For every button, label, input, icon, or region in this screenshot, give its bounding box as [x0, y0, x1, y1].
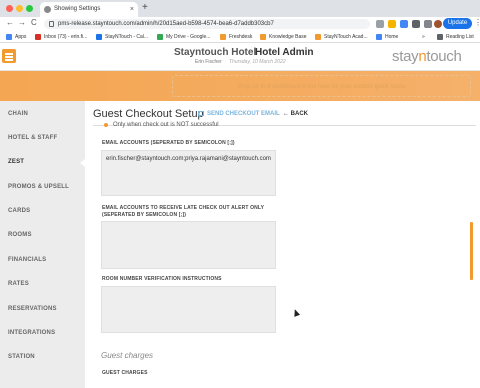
sidebar-item-chain[interactable]: CHAIN [8, 111, 28, 117]
reading-list-icon [437, 34, 443, 40]
app-header: Stayntouch Hotel Hotel Admin Erin Fische… [0, 43, 480, 71]
reading-list[interactable]: Reading List [437, 33, 474, 41]
bookmark-knowledge-base[interactable]: Knowledge Base [260, 33, 307, 41]
browser-menu-icon[interactable]: ⋮ [474, 18, 480, 27]
guest-charges-section-title: Guest charges [101, 351, 154, 360]
tab-favicon-icon [44, 6, 51, 13]
bookmark-calendar[interactable]: StayNTouch - Cal... [96, 33, 148, 41]
hamburger-menu-icon[interactable] [2, 49, 16, 63]
address-toolbar: ← → C pms-release.stayntouch.com/admin/h… [0, 17, 480, 31]
stayntouch-logo[interactable]: stayntouch [392, 48, 462, 65]
folder-icon [220, 34, 226, 40]
bookmarks-overflow[interactable]: » [422, 33, 425, 41]
calendar-icon [96, 34, 102, 40]
late-checkout-textarea[interactable] [101, 221, 276, 269]
bookmark-academy[interactable]: StayNTouch Acad... [315, 33, 368, 41]
bookmark-freshdesk[interactable]: Freshdesk [220, 33, 252, 41]
new-tab-button[interactable]: + [142, 2, 148, 13]
sidebar-item-rates[interactable]: RATES [8, 281, 29, 287]
room-verification-textarea[interactable] [101, 286, 276, 333]
folder-icon [376, 34, 382, 40]
user-name: Erin Fischer [195, 59, 222, 65]
close-window-icon[interactable] [6, 5, 13, 12]
quick-menu-dropzone[interactable]: Drop up to 8 dashboard icons here for yo… [172, 75, 471, 97]
back-nav-icon[interactable]: ← [6, 18, 14, 27]
address-bar[interactable]: pms-release.stayntouch.com/admin/h/20d15… [44, 19, 370, 29]
browser-tab[interactable]: Showing Settings × [40, 2, 138, 17]
main-content: Guest Checkout Setup SEND CHECKOUT EMAIL… [85, 101, 480, 388]
minimize-window-icon[interactable] [16, 5, 23, 12]
bookmark-home[interactable]: Home [376, 33, 398, 41]
back-button[interactable]: ← BACK [283, 111, 308, 117]
sidebar-item-reservations[interactable]: RESERVATIONS [8, 306, 57, 312]
guest-charges-label: GUEST CHARGES [102, 370, 148, 376]
profile-avatar-icon[interactable] [434, 20, 442, 28]
reload-icon[interactable]: C [31, 18, 37, 27]
business-date: Thursday, 10 March 2022 [229, 59, 286, 65]
gmail-icon [35, 34, 41, 40]
email-accounts-label: EMAIL ACCOUNTS (SEPERATED BY SEMICOLON [… [102, 140, 235, 146]
share-icon[interactable] [376, 20, 384, 28]
room-verification-label: ROOM NUMBER VERIFICATION INSTRUCTIONS [102, 276, 222, 282]
admin-sidebar: CHAIN HOTEL & STAFF ZEST PROMOS & UPSELL… [0, 101, 85, 388]
star-icon[interactable] [388, 20, 396, 28]
browser-tab-bar: Showing Settings × + [0, 0, 480, 17]
forward-nav-icon[interactable]: → [18, 18, 26, 27]
scrollbar-thumb[interactable] [470, 222, 473, 280]
sidebar-item-promos-upsell[interactable]: PROMOS & UPSELL [8, 184, 69, 190]
url-text: pms-release.stayntouch.com/admin/h/20d15… [58, 21, 274, 27]
apps-grid-icon [6, 34, 12, 40]
bookmark-drive[interactable]: My Drive - Google... [157, 33, 210, 41]
hotel-name: Stayntouch Hotel [174, 47, 257, 58]
tab-title: Showing Settings [54, 6, 101, 12]
folder-icon [315, 34, 321, 40]
radio-selected-icon[interactable] [104, 123, 108, 127]
tab-close-icon[interactable]: × [130, 2, 134, 17]
sidebar-item-rooms[interactable]: ROOMS [8, 232, 32, 238]
sidebar-item-zest[interactable]: ZEST [8, 159, 24, 165]
sidebar-item-financials[interactable]: FINANCIALS [8, 257, 46, 263]
puzzle-icon[interactable] [424, 20, 432, 28]
lock-icon [49, 21, 54, 27]
late-checkout-label: EMAIL ACCOUNTS TO RECEIVE LATE CHECK OUT… [102, 205, 265, 218]
sidebar-item-station[interactable]: STATION [8, 354, 35, 360]
email-accounts-textarea[interactable]: erin.fischer@stayntouch.com;priya.rajama… [101, 150, 276, 196]
send-checkout-email-button[interactable]: SEND CHECKOUT EMAIL [198, 111, 280, 117]
folder-icon [260, 34, 266, 40]
sidebar-item-cards[interactable]: CARDS [8, 208, 30, 214]
bookmark-apps[interactable]: Apps [6, 33, 26, 41]
sidebar-item-integrations[interactable]: INTEGRATIONS [8, 330, 55, 336]
update-button[interactable]: Update [443, 18, 472, 29]
page-title: Guest Checkout Setup [93, 108, 204, 120]
hotel-admin-title: Hotel Admin [255, 47, 314, 58]
extension-icon[interactable] [400, 20, 408, 28]
drive-icon [157, 34, 163, 40]
maximize-window-icon[interactable] [26, 5, 33, 12]
bookmarks-bar: Apps Inbox (73) - erin.fi... StayNTouch … [0, 31, 480, 43]
bookmark-inbox[interactable]: Inbox (73) - erin.fi... [35, 33, 87, 41]
checkout-option-partial: Only when check out is NOT successful [113, 122, 219, 128]
pen-extension-icon[interactable] [412, 20, 420, 28]
envelope-icon [198, 111, 204, 116]
sidebar-item-hotel-staff[interactable]: HOTEL & STAFF [8, 135, 57, 141]
quick-menu-banner: Drop up to 8 dashboard icons here for yo… [0, 71, 480, 101]
email-accounts-value: erin.fischer@stayntouch.com;priya.rajama… [106, 156, 271, 162]
